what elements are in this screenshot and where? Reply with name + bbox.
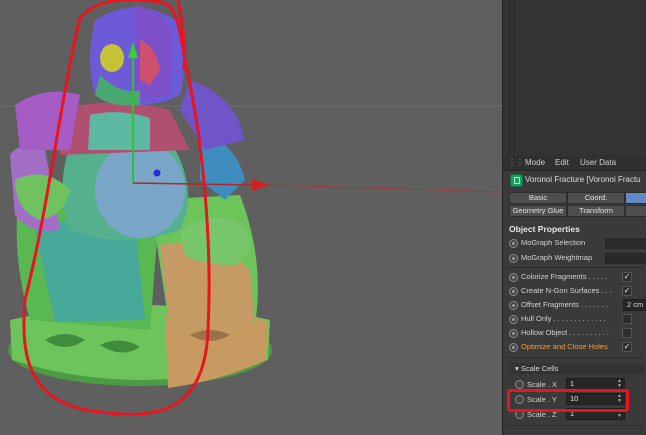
hull-only-checkbox[interactable]: [622, 314, 632, 324]
prop-hollow-object[interactable]: Hollow Object . . . . . . . . . .: [509, 327, 646, 339]
panel-divider: [514, 0, 515, 155]
tab-basic[interactable]: Basic: [509, 192, 567, 204]
prop-colorize-fragments[interactable]: Colorize Fragments . . . . . ✓: [509, 271, 646, 283]
panel-divider: [509, 0, 510, 155]
tab-more[interactable]: [625, 205, 646, 217]
menu-edit[interactable]: Edit: [555, 158, 569, 167]
tab-coord[interactable]: Coord.: [567, 192, 625, 204]
object-header: Voronoi Fracture [Voronoi Fractu: [503, 173, 646, 187]
prop-label: Hollow Object . . . . . . . . . .: [521, 328, 609, 337]
offset-fragments-input[interactable]: 2 cm: [623, 299, 646, 311]
prop-optimize-close-holes[interactable]: Optimize and Close Holes ✓: [509, 341, 646, 353]
animate-radio-icon[interactable]: [509, 273, 518, 282]
scale-cells-label: ▾ Scale Cells: [515, 364, 559, 373]
animate-radio-icon[interactable]: [509, 329, 518, 338]
prop-offset-fragments[interactable]: Offset Fragments . . . . . . . 2 cm: [509, 299, 646, 311]
animate-radio-icon[interactable]: [509, 287, 518, 296]
prop-create-ngon[interactable]: Create N-Gon Surfaces . . . ✓: [509, 285, 646, 297]
grip-icon[interactable]: ⋮⋮: [508, 158, 524, 167]
prop-label: Hull Only . . . . . . . . . . . . .: [521, 314, 606, 323]
prop-label: MoGraph Weightmap: [521, 253, 593, 262]
red-annotation-box: [507, 389, 629, 412]
tab-transform[interactable]: Transform: [567, 205, 625, 217]
viewport-canvas[interactable]: [0, 0, 502, 435]
optimize-close-holes-checkbox[interactable]: ✓: [622, 342, 632, 352]
attribute-manager: ⋮⋮ Mode Edit User Data Voronoi Fracture …: [502, 155, 646, 435]
scale-label: Scale . X: [527, 380, 558, 389]
menu-mode[interactable]: Mode: [525, 158, 545, 167]
prop-mograph-weightmap[interactable]: MoGraph Weightmap: [509, 252, 646, 264]
colorize-fragments-checkbox[interactable]: ✓: [622, 272, 632, 282]
scale-cells-group[interactable]: ▾ Scale Cells: [509, 363, 645, 374]
tab-geometry-glue[interactable]: Geometry Glue: [509, 205, 567, 217]
prop-label: Create N-Gon Surfaces . . .: [521, 286, 612, 295]
3d-viewport[interactable]: [0, 0, 502, 435]
prop-hull-only[interactable]: Hull Only . . . . . . . . . . . . .: [509, 313, 646, 325]
mograph-weightmap-field[interactable]: [605, 253, 646, 264]
menu-user-data[interactable]: User Data: [580, 158, 616, 167]
animate-radio-icon[interactable]: [509, 239, 518, 248]
animate-radio-icon[interactable]: [509, 254, 518, 263]
section-object-properties: Object Properties: [509, 224, 580, 234]
prop-mograph-selection[interactable]: MoGraph Selection: [509, 237, 646, 249]
object-title: Voronoi Fracture [Voronoi Fractu: [525, 175, 641, 184]
animate-radio-icon[interactable]: [509, 301, 518, 310]
tab-object[interactable]: [625, 192, 646, 204]
attribute-menubar: ⋮⋮ Mode Edit User Data: [503, 155, 646, 171]
divider: [507, 357, 643, 358]
create-ngon-checkbox[interactable]: ✓: [622, 286, 632, 296]
animate-radio-icon[interactable]: [515, 380, 524, 389]
object-manager-panel: [502, 0, 646, 155]
voronoi-fracture-icon: [510, 174, 523, 187]
mograph-selection-field[interactable]: [605, 238, 646, 249]
prop-label: Optimize and Close Holes: [521, 342, 608, 351]
divider: [507, 267, 643, 268]
animate-radio-icon[interactable]: [509, 343, 518, 352]
prop-label: Offset Fragments . . . . . . .: [521, 300, 608, 309]
stepper-arrows-icon: ▲ ▼: [617, 378, 622, 389]
divider: [507, 425, 643, 426]
animate-radio-icon[interactable]: [509, 315, 518, 324]
hollow-object-checkbox[interactable]: [622, 328, 632, 338]
prop-label: Colorize Fragments . . . . .: [521, 272, 608, 281]
prop-label: MoGraph Selection: [521, 238, 586, 247]
